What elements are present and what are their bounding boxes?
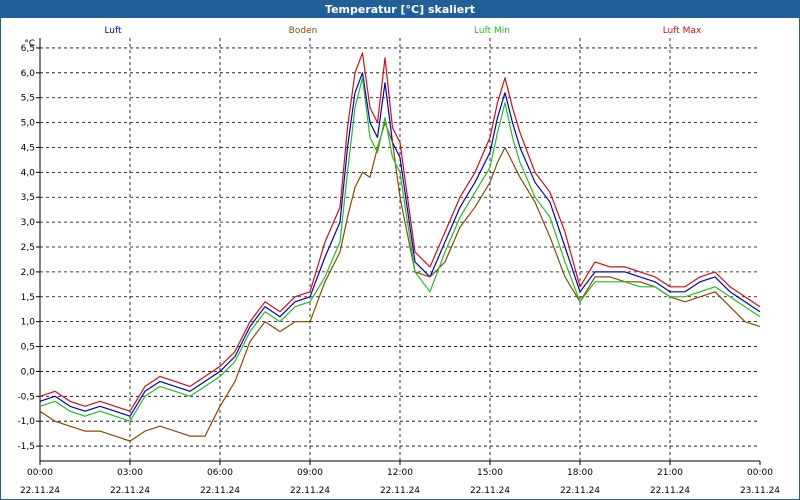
y-tick-label: 4,0 <box>21 168 36 178</box>
legend-entry: Luft Max <box>663 26 702 36</box>
x-tick-time: 00:00 <box>747 468 773 478</box>
x-axis-ticks: 00:00 22.11.24 03:00 22.11.24 06:00 22.11.24 0… <box>20 461 780 496</box>
y-tick-label: 2,0 <box>21 268 36 278</box>
x-tick-date: 22.11.24 <box>290 486 330 496</box>
x-tick-date: 22.11.24 <box>380 486 420 496</box>
temperature-chart: 6,56,05,55,04,54,03,53,02,52,01,51,00,50… <box>17 26 780 496</box>
y-tick-label: 0,0 <box>21 367 36 377</box>
x-tick-time: 21:00 <box>657 468 683 478</box>
y-tick-label: 1,5 <box>21 293 35 303</box>
y-axis-unit: °C <box>24 39 35 49</box>
legend-entry: Luft <box>104 26 122 36</box>
x-tick-date: 22.11.24 <box>650 486 690 496</box>
x-tick-date: 23.11.24 <box>740 486 780 496</box>
x-tick-time: 03:00 <box>117 468 143 478</box>
y-axis-ticks: 6,56,05,55,04,54,03,53,02,52,01,51,00,50… <box>17 39 40 452</box>
x-tick-date: 22.11.24 <box>200 486 240 496</box>
y-tick-label: 3,5 <box>21 193 35 203</box>
y-tick-label: -1,5 <box>17 442 35 452</box>
y-tick-label: 2,5 <box>21 243 35 253</box>
x-tick-date: 22.11.24 <box>470 486 510 496</box>
legend-entry: Luft Min <box>474 26 510 36</box>
x-tick-time: 12:00 <box>387 468 413 478</box>
y-tick-label: 5,5 <box>21 94 35 104</box>
x-tick-date: 22.11.24 <box>560 486 600 496</box>
x-tick-time: 06:00 <box>207 468 233 478</box>
y-tick-label: 5,0 <box>21 119 36 129</box>
x-tick-time: 00:00 <box>27 468 53 478</box>
y-tick-label: 0,5 <box>21 343 35 353</box>
x-tick-time: 15:00 <box>477 468 503 478</box>
legend-entry: Boden <box>289 26 318 36</box>
grid-lines <box>40 38 760 461</box>
x-tick-date: 22.11.24 <box>20 486 60 496</box>
x-tick-time: 18:00 <box>567 468 593 478</box>
y-tick-label: 1,0 <box>21 318 36 328</box>
y-tick-label: -1,0 <box>17 417 35 427</box>
y-tick-label: 3,0 <box>21 218 36 228</box>
legend: Luft Boden Luft Min Luft Max <box>104 26 702 36</box>
y-tick-label: -0,5 <box>17 392 35 402</box>
x-tick-date: 22.11.24 <box>110 486 150 496</box>
y-tick-label: 4,5 <box>21 143 35 153</box>
y-tick-label: 6,0 <box>21 69 36 79</box>
x-tick-time: 09:00 <box>297 468 323 478</box>
